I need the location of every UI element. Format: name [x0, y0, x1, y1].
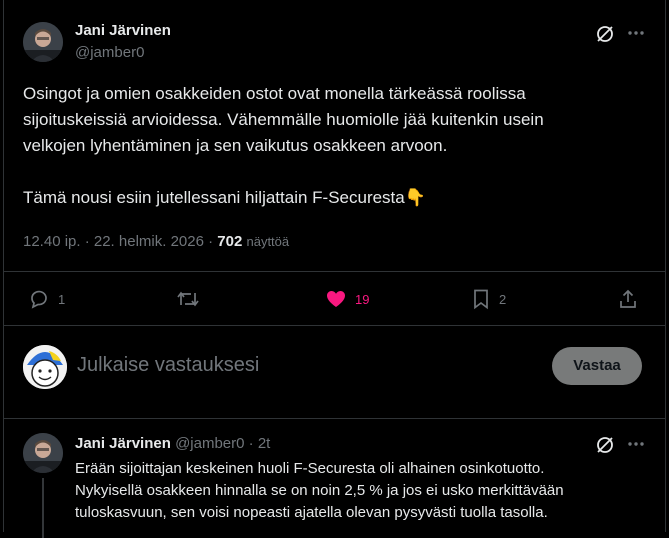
reply-author-avatar[interactable]	[23, 433, 63, 473]
reply-submit-button[interactable]: Vastaa	[552, 347, 642, 385]
post-text-line-1: Osingot ja omien osakkeiden ostot ovat m…	[23, 84, 526, 103]
bookmark-action[interactable]: 2	[471, 288, 506, 310]
reply-time[interactable]: 2t	[258, 435, 271, 452]
grok-icon[interactable]	[594, 23, 616, 45]
views-label: näyttöä	[246, 234, 290, 249]
reply-action[interactable]: 1	[28, 288, 65, 310]
repost-action[interactable]	[176, 288, 208, 310]
reply-author-name[interactable]: Jani Järvinen	[75, 435, 171, 452]
reply-count: 1	[58, 291, 66, 307]
author-avatar[interactable]	[23, 22, 63, 62]
author-handle[interactable]: @jamber0	[75, 44, 144, 61]
reply-dot: ·	[248, 435, 254, 452]
more-icon[interactable]	[626, 25, 646, 41]
post-meta: 12.40 ip. · 22. helmik. 2026 · 702 näytt…	[23, 233, 289, 250]
share-icon	[618, 288, 638, 310]
post-timestamp[interactable]: 12.40 ip. · 22. helmik. 2026 ·	[23, 233, 213, 250]
current-user-avatar[interactable]	[23, 345, 67, 389]
reply-more-icon[interactable]	[626, 436, 646, 452]
reply-grok-icon[interactable]	[594, 434, 616, 456]
divider	[4, 325, 665, 326]
divider	[4, 418, 665, 419]
timeline-column: Jani Järvinen @jamber0 Osingot ja omien …	[3, 0, 666, 538]
bookmark-count: 2	[499, 291, 507, 307]
author-name[interactable]: Jani Järvinen	[75, 22, 171, 39]
reply-text-line-2: Nykyisellä osakkeen hinnalla se on noin …	[75, 482, 564, 499]
reply-icon	[28, 288, 50, 310]
reply-text-line-1: Erään sijoittajan keskeinen huoli F-Secu…	[75, 460, 545, 477]
post-text-line-3: velkojen lyhentäminen ja sen vaikutus os…	[23, 136, 448, 155]
like-count: 19	[355, 291, 370, 307]
reply-composer-input[interactable]: Julkaise vastauksesi	[77, 354, 259, 377]
thread-line	[42, 478, 44, 538]
reply-text-line-3: tuloskasvuun, sen voisi nopeasti ajatell…	[75, 504, 548, 521]
reply-author-handle[interactable]: @jamber0	[175, 435, 244, 452]
post-text-line-4: Tämä nousi esiin jutellessani hiljattain…	[23, 188, 426, 207]
repost-icon	[176, 288, 200, 310]
divider	[4, 271, 665, 272]
reply-header: Jani Järvinen @jamber0 · 2t	[75, 435, 270, 452]
bookmark-icon	[471, 288, 491, 310]
share-action[interactable]	[618, 288, 638, 310]
views-count: 702	[217, 233, 243, 250]
post-text-line-2: sijoituskeissiä arvioidessa. Vähemmälle …	[23, 110, 544, 129]
like-action[interactable]: 19	[325, 288, 369, 310]
like-icon	[325, 288, 347, 310]
